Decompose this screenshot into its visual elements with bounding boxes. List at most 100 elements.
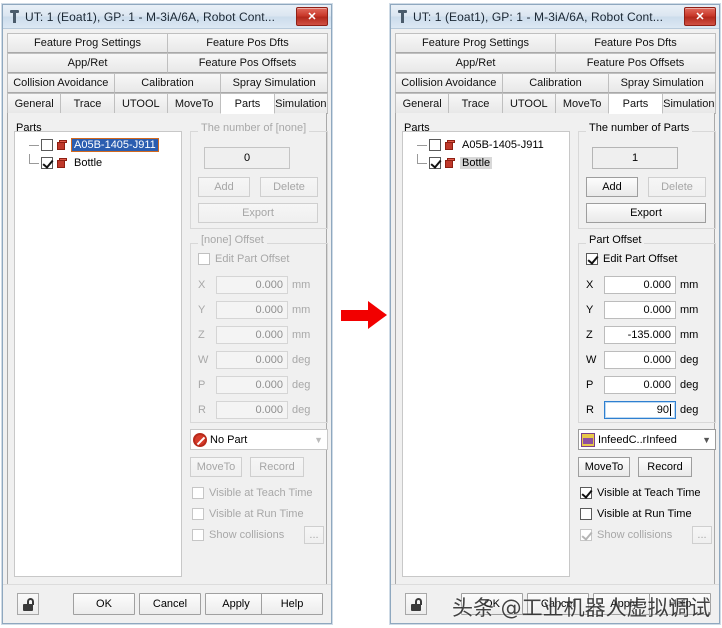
tab-trace[interactable]: Trace (60, 93, 115, 114)
moveto-button[interactable]: MoveTo (578, 457, 630, 477)
tree-item-label: Bottle (74, 157, 103, 169)
tab-app-ret[interactable]: App/Ret (7, 53, 168, 73)
tab-moveto[interactable]: MoveTo (166, 93, 222, 114)
tab-feature-pos-offsets[interactable]: Feature Pos Offsets (167, 53, 328, 73)
tab-calibration[interactable]: Calibration (113, 73, 222, 93)
close-icon[interactable]: ✕ (296, 7, 328, 26)
tree-item-bottle[interactable]: Bottle (403, 154, 569, 172)
offset-input-p[interactable]: 0.000 (216, 375, 288, 394)
ok-button[interactable]: OK (461, 593, 523, 615)
cancel-button[interactable]: Cancel (139, 593, 201, 615)
tab-feature-prog-settings[interactable]: Feature Prog Settings (7, 33, 168, 53)
tab-simulation[interactable]: Simulation (661, 93, 716, 114)
tab-parts[interactable]: Parts (220, 93, 275, 114)
visible-run-row[interactable]: Visible at Run Time (580, 506, 692, 522)
tab-spray-simulation[interactable]: Spray Simulation (608, 73, 717, 93)
parts-tree-right[interactable]: A05B-1405-J911 Bottle (402, 131, 570, 577)
part-combo-box[interactable]: No Part ▼ (190, 429, 328, 450)
offset-input-x[interactable]: 0.000 (216, 275, 288, 294)
visible-at-teach-time-checkbox[interactable] (580, 487, 592, 499)
tab-general[interactable]: General (7, 93, 62, 114)
tree-checkbox[interactable] (429, 157, 441, 169)
moveto-button[interactable]: MoveTo (190, 457, 242, 477)
tab-trace[interactable]: Trace (448, 93, 503, 114)
offset-input-r[interactable]: 90 (604, 400, 676, 419)
apply-button[interactable]: Apply (593, 593, 655, 615)
tab-feature-pos-dfts[interactable]: Feature Pos Dfts (555, 33, 716, 53)
tab-feature-pos-offsets[interactable]: Feature Pos Offsets (555, 53, 716, 73)
show-collisions-checkbox[interactable] (580, 529, 592, 541)
visible-teach-row[interactable]: Visible at Teach Time (192, 485, 313, 501)
show-collisions-checkbox[interactable] (192, 529, 204, 541)
chevron-down-icon[interactable]: ▼ (314, 435, 325, 445)
lock-open-icon[interactable] (405, 593, 427, 615)
title-bar-right: UT: 1 (Eoat1), GP: 1 - M-3iA/6A, Robot C… (391, 5, 719, 29)
visible-at-teach-time-checkbox[interactable] (192, 487, 204, 499)
visible-run-row[interactable]: Visible at Run Time (192, 506, 304, 522)
edit-part-offset-row[interactable]: Edit Part Offset (586, 253, 677, 265)
help-button[interactable]: Help (261, 593, 323, 615)
tab-calibration[interactable]: Calibration (501, 73, 610, 93)
offset-input-x[interactable]: 0.000 (604, 275, 676, 294)
tab-utool[interactable]: UTOOL (113, 93, 168, 114)
tab-spray-simulation[interactable]: Spray Simulation (220, 73, 329, 93)
add-button[interactable]: Add (586, 177, 638, 197)
help-button[interactable]: Help (649, 593, 711, 615)
visible-at-run-time-checkbox[interactable] (192, 508, 204, 520)
infeed-conveyor-icon (581, 432, 595, 447)
tree-item-bottle[interactable]: Bottle (15, 154, 181, 172)
tab-feature-pos-dfts[interactable]: Feature Pos Dfts (167, 33, 328, 53)
ok-button[interactable]: OK (73, 593, 135, 615)
edit-part-offset-row[interactable]: Edit Part Offset (198, 253, 289, 265)
tree-item-a05b[interactable]: A05B-1405-J911 (403, 136, 569, 154)
offset-input-w[interactable]: 0.000 (604, 350, 676, 369)
visible-teach-row[interactable]: Visible at Teach Time (580, 485, 701, 501)
visible-at-teach-time-label: Visible at Teach Time (209, 487, 313, 499)
show-collisions-options-button[interactable]: ... (304, 526, 324, 544)
axis-label-w: W (198, 353, 209, 366)
apply-button[interactable]: Apply (205, 593, 267, 615)
tab-simulation[interactable]: Simulation (273, 93, 328, 114)
record-button[interactable]: Record (638, 457, 692, 477)
delete-button[interactable]: Delete (648, 177, 706, 197)
parts-tree-left[interactable]: A05B-1405-J911 Bottle (14, 131, 182, 577)
record-button[interactable]: Record (250, 457, 304, 477)
export-button[interactable]: Export (586, 203, 706, 223)
tree-checkbox[interactable] (41, 139, 53, 151)
offset-input-w[interactable]: 0.000 (216, 350, 288, 369)
tree-checkbox[interactable] (41, 157, 53, 169)
delete-button[interactable]: Delete (260, 177, 318, 197)
offset-input-y[interactable]: 0.000 (604, 300, 676, 319)
close-icon[interactable]: ✕ (684, 7, 716, 26)
cancel-button[interactable]: Cancel (527, 593, 589, 615)
tab-app-ret[interactable]: App/Ret (395, 53, 556, 73)
tab-feature-prog-settings[interactable]: Feature Prog Settings (395, 33, 556, 53)
edit-part-offset-checkbox[interactable] (586, 253, 598, 265)
lock-open-icon[interactable] (17, 593, 39, 615)
tab-collision-avoidance[interactable]: Collision Avoidance (7, 73, 115, 93)
show-collisions-label: Show collisions (597, 529, 673, 541)
offset-input-z[interactable]: -135.000 (604, 325, 676, 344)
offset-input-r[interactable]: 0.000 (216, 400, 288, 419)
offset-input-p[interactable]: 0.000 (604, 375, 676, 394)
chevron-down-icon[interactable]: ▼ (702, 435, 713, 445)
tree-checkbox[interactable] (429, 139, 441, 151)
offset-input-z[interactable]: 0.000 (216, 325, 288, 344)
tab-moveto[interactable]: MoveTo (554, 93, 610, 114)
offset-input-y[interactable]: 0.000 (216, 300, 288, 319)
tab-parts[interactable]: Parts (608, 93, 663, 114)
visible-at-run-time-checkbox[interactable] (580, 508, 592, 520)
show-collisions-label: Show collisions (209, 529, 285, 541)
tree-item-a05b[interactable]: A05B-1405-J911 (15, 136, 181, 154)
part-combo-box[interactable]: InfeedC..rInfeed ▼ (578, 429, 716, 450)
show-collisions-row[interactable]: Show collisions (580, 527, 672, 543)
add-button[interactable]: Add (198, 177, 250, 197)
tab-general[interactable]: General (395, 93, 450, 114)
show-collisions-options-button[interactable]: ... (692, 526, 712, 544)
tab-collision-avoidance[interactable]: Collision Avoidance (395, 73, 503, 93)
edit-part-offset-checkbox[interactable] (198, 253, 210, 265)
export-button[interactable]: Export (198, 203, 318, 223)
show-collisions-row[interactable]: Show collisions (192, 527, 284, 543)
title-bar-left: UT: 1 (Eoat1), GP: 1 - M-3iA/6A, Robot C… (3, 5, 331, 29)
tab-utool[interactable]: UTOOL (501, 93, 556, 114)
